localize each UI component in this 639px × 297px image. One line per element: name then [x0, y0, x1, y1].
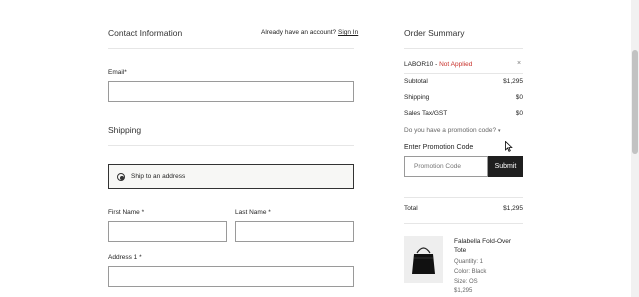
ship-to-address-option[interactable]: Ship to an address: [108, 164, 354, 189]
chevron-down-icon: ▾: [497, 128, 501, 134]
ship-option-label: Ship to an address: [131, 173, 186, 180]
scrollbar-thumb[interactable]: [632, 50, 638, 154]
first-name-label: First Name *: [108, 209, 145, 216]
promo-question-text: Do you have a promotion code?: [404, 127, 497, 134]
product-quantity: Quantity: 1: [454, 259, 484, 265]
radio-selected-icon[interactable]: [117, 173, 125, 181]
shipping-divider: [108, 145, 354, 146]
summary-divider: [404, 48, 523, 49]
page-scrollbar[interactable]: [631, 0, 639, 297]
email-field[interactable]: [108, 81, 354, 102]
product-size: Size: OS: [454, 279, 478, 285]
tax-value: $0: [515, 110, 523, 117]
last-name-field[interactable]: [235, 221, 354, 242]
tote-bag-icon: [412, 247, 435, 274]
shipping-value: $0: [515, 94, 523, 101]
product-name[interactable]: Falabella Fold-Over Tote: [454, 237, 520, 255]
product-price: $1,295: [454, 288, 473, 294]
total-top-divider: [404, 197, 523, 198]
promo-code-text: LABOR10: [404, 61, 434, 68]
address1-field[interactable]: [108, 266, 354, 287]
enter-promo-label: Enter Promotion Code: [404, 144, 474, 151]
promo-applied-row: LABOR10 - Not Applied: [404, 61, 472, 68]
email-label: Email*: [108, 69, 127, 76]
contact-title: Contact Information: [108, 28, 183, 38]
promo-question-toggle[interactable]: Do you have a promotion code? ▾: [404, 127, 500, 134]
order-summary-title: Order Summary: [404, 28, 465, 38]
shipping-title: Shipping: [108, 125, 142, 135]
sign-in-link[interactable]: Sign In: [338, 29, 358, 36]
mouse-cursor-icon: [505, 141, 513, 152]
total-bottom-divider: [404, 223, 523, 224]
address1-label: Address 1 *: [108, 254, 142, 261]
promo-divider: [404, 73, 523, 74]
promo-status: Not Applied: [439, 61, 473, 68]
subtotal-value: $1,295: [503, 78, 523, 85]
product-color: Color: Black: [454, 269, 487, 275]
contact-divider: [108, 48, 354, 49]
shipping-label: Shipping: [404, 94, 430, 101]
last-name-label: Last Name *: [235, 209, 271, 216]
first-name-field[interactable]: [108, 221, 227, 242]
tax-label: Sales Tax/GST: [404, 110, 448, 117]
account-prompt: Already have an account? Sign In: [261, 29, 358, 36]
have-account-text: Already have an account?: [261, 29, 337, 36]
submit-promo-button[interactable]: Submit: [488, 156, 523, 177]
total-label: Total: [404, 205, 418, 212]
promo-code-input[interactable]: [404, 156, 488, 177]
product-image[interactable]: [404, 236, 443, 283]
subtotal-label: Subtotal: [404, 78, 428, 85]
total-value: $1,295: [503, 205, 523, 212]
remove-promo-icon[interactable]: ×: [517, 60, 521, 67]
